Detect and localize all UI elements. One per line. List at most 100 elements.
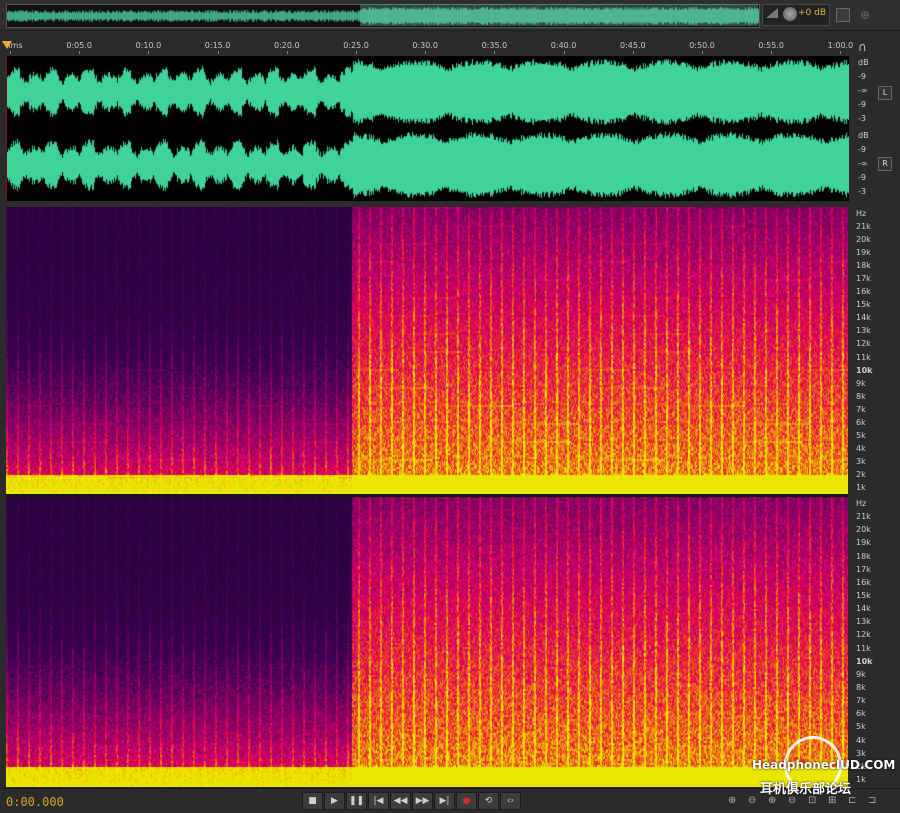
skip-back-button[interactable]: |◀ [368, 792, 389, 810]
current-time-display[interactable]: 0:00.000 [6, 795, 64, 809]
frequency-label: 10k [856, 656, 873, 666]
watermark-logo-text: HeadphoneclUD.COM [752, 758, 896, 772]
zoom-right-edge-icon[interactable]: ⊐ [868, 795, 876, 806]
frequency-label: 17k [856, 274, 871, 284]
ruler-tick-mark [702, 51, 703, 54]
ruler-tick-mark [148, 51, 150, 54]
frequency-label: 1k [856, 483, 866, 492]
frequency-label: 1k [856, 775, 866, 784]
frequency-label: 6k [856, 417, 866, 427]
db-label: -9 [858, 100, 866, 109]
frequency-label: 15k [856, 300, 871, 310]
frequency-label: 7k [856, 404, 866, 414]
ruler-tick-mark [771, 51, 773, 54]
playhead-marker[interactable] [2, 41, 12, 49]
ruler-tick-mark [79, 51, 81, 54]
frequency-label: 5k [856, 430, 866, 440]
frequency-label: 19k [856, 538, 871, 548]
watermark-subtitle: 耳机俱乐部论坛 [760, 782, 852, 797]
loop-button[interactable]: ⟲ [478, 792, 499, 810]
db-label: -9 [858, 173, 866, 182]
ruler-tick-mark [10, 51, 11, 54]
frequency-label: 8k [856, 683, 866, 692]
overview-visible-range[interactable] [360, 4, 758, 26]
ruler-tick-label: 0:30.0 [412, 41, 438, 50]
frequency-label: 7k [856, 696, 866, 706]
time-ruler[interactable]: hms 0:05.0 0:10.0 0:15.0 0:20.0 0:25.0 0:30.0 0… [0, 31, 900, 54]
frequency-label: 10k [856, 365, 873, 375]
ruler-tick-label: 0:40.0 [550, 41, 577, 50]
frequency-label: 20k [856, 235, 871, 245]
waveform-left-channel[interactable] [7, 56, 849, 128]
frequency-label: 16k [856, 287, 871, 297]
ruler-tick-mark [425, 51, 427, 54]
db-label: dB [858, 58, 869, 67]
right-channel-toggle[interactable]: R [878, 157, 892, 171]
frequency-label: 17k [856, 564, 871, 574]
frequency-label: 9k [856, 669, 866, 679]
frequency-label: 8k [856, 391, 866, 401]
zoom-out-amplitude-icon[interactable]: ⊖ [748, 795, 756, 806]
db-label: -9 [858, 72, 866, 81]
frequency-label: 12k [856, 339, 871, 349]
skip-selection-button[interactable]: ‹› [500, 792, 521, 810]
frequency-label: 11k [856, 643, 871, 653]
ruler-tick-label: 0:05.0 [66, 41, 92, 50]
waveform-right-channel[interactable] [7, 129, 849, 201]
record-button[interactable]: ● [456, 792, 477, 810]
ruler-tick-mark [563, 51, 565, 54]
frequency-label: 2k [856, 469, 866, 479]
frequency-label: 5k [856, 722, 866, 732]
fast-forward-button[interactable]: ▶▶ [412, 792, 433, 810]
channel-divider[interactable] [6, 494, 848, 497]
zoom-magnifier-icon[interactable]: ⊕ [860, 8, 870, 22]
zoom-toggle-icon[interactable] [836, 8, 850, 22]
stop-button[interactable]: ■ [302, 792, 323, 810]
left-channel-toggle[interactable]: L [878, 86, 892, 100]
frequency-label: 15k [856, 591, 871, 600]
frequency-label: Hz [856, 209, 867, 218]
frequency-label: 19k [856, 248, 871, 258]
frequency-label: Hz [856, 499, 867, 508]
ruler-tick-label: 0:50.0 [689, 41, 715, 50]
db-label: -∞ [858, 86, 868, 95]
waveform-panel[interactable] [6, 56, 849, 201]
zoom-in-amplitude-icon[interactable]: ⊕ [728, 795, 736, 806]
volume-knob[interactable] [782, 6, 798, 22]
ruler-tick-mark [494, 51, 496, 54]
play-button[interactable]: ▶ [324, 792, 345, 810]
frequency-label: 3k [856, 456, 866, 466]
frequency-label: 4k [856, 443, 866, 453]
headphone-icon[interactable]: ∩ [858, 40, 867, 54]
db-scale-right: dB -9 -∞ -9 -3 [850, 129, 900, 201]
ruler-tick-label: 1:00.0 [827, 41, 854, 50]
db-label: -3 [858, 187, 866, 196]
ruler-tick-label: 0:10.0 [135, 41, 162, 50]
db-label: -3 [858, 114, 866, 123]
pause-button[interactable]: ❚❚ [346, 792, 367, 810]
frequency-label: 16k [856, 577, 871, 587]
frequency-scale-right: Hz 21k 20k 19k 18k 17k 16k 15k 14k 13k 12k 11k 10k 9k… [850, 497, 900, 787]
volume-value: +0 dB [798, 8, 827, 18]
spectral-frequency-display[interactable] [6, 207, 848, 787]
frequency-label: 11k [856, 352, 871, 362]
db-label: -9 [858, 145, 866, 154]
frequency-label: 14k [856, 604, 871, 614]
frequency-label: 18k [856, 261, 871, 271]
frequency-label: 21k [856, 222, 871, 232]
db-scale-left: dB -9 -∞ -9 -3 [850, 56, 900, 128]
ruler-tick-label: 0:45.0 [619, 41, 646, 50]
frequency-scale-left: Hz 21k 20k 19k 18k 17k 16k 15k 14k 13k 12k 11k 10k 9k… [850, 207, 900, 495]
ruler-tick-label: 0:15.0 [204, 41, 231, 50]
rewind-button[interactable]: ◀◀ [390, 792, 411, 810]
frequency-label: 6k [856, 709, 866, 719]
ruler-tick-label: 0:55.0 [758, 41, 784, 50]
frequency-label: 20k [856, 525, 871, 535]
frequency-label: 12k [856, 630, 871, 640]
skip-forward-button[interactable]: ▶| [434, 792, 455, 810]
frequency-label: 3k [856, 748, 866, 758]
ruler-tick-mark [217, 51, 219, 54]
ruler-tick-label: 0:25.0 [343, 41, 369, 50]
fade-icon [766, 8, 778, 18]
ruler-tick-mark [286, 51, 288, 54]
